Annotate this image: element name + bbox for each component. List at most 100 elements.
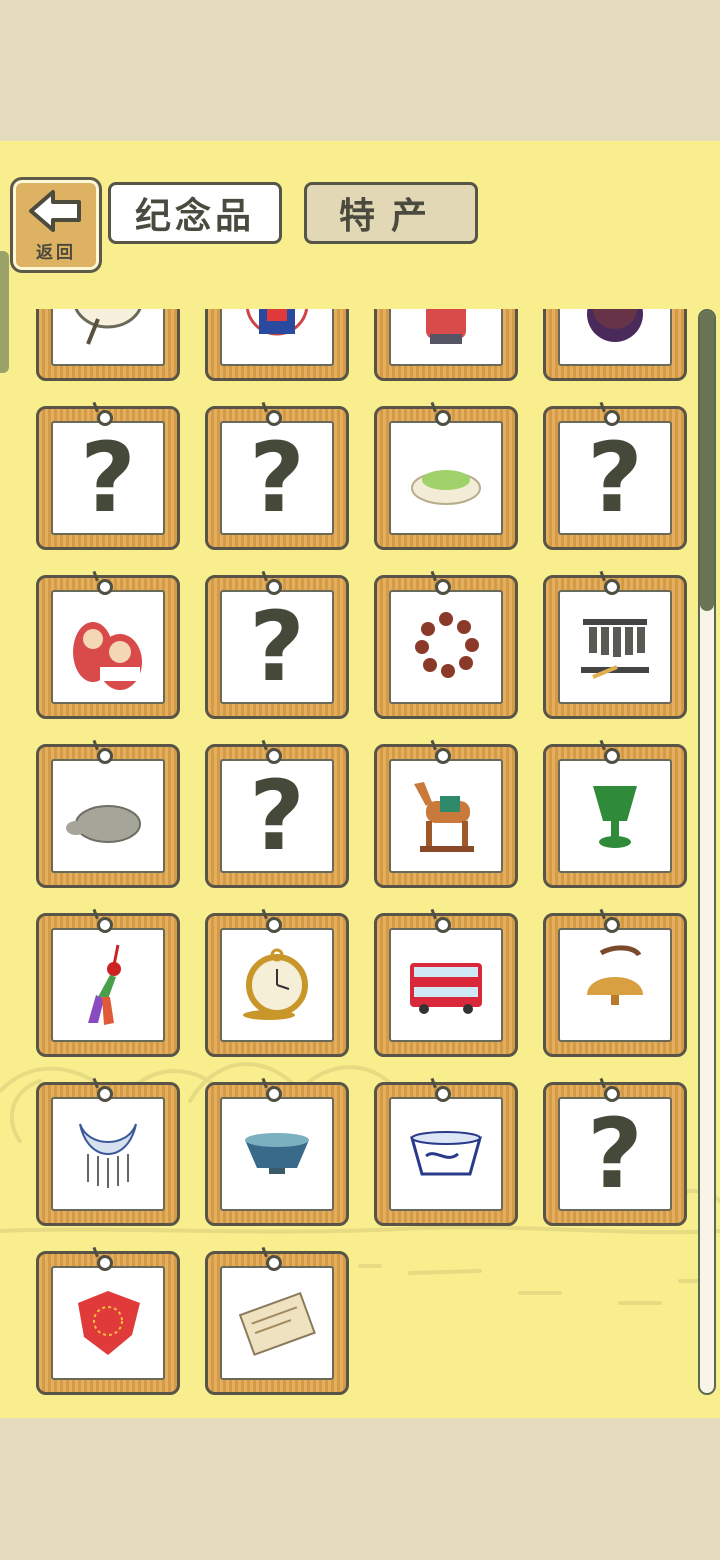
souvenir-card-face <box>51 1266 165 1380</box>
souvenir-card-face <box>51 928 165 1042</box>
pocket-watch-icon <box>243 948 308 1020</box>
red-handkerchief-icon <box>78 1291 140 1355</box>
souvenir-card-blue-white-cup[interactable] <box>374 1075 518 1226</box>
souvenir-card-face <box>389 1097 503 1211</box>
hanging-ring-icon <box>97 1086 113 1102</box>
souvenir-card-face <box>220 309 334 366</box>
souvenir-card-unknown[interactable]: ? <box>205 568 349 719</box>
unknown-question-icon: ? <box>587 1098 643 1210</box>
hanging-ring-icon <box>435 748 451 764</box>
hanging-ring-icon <box>604 917 620 933</box>
souvenir-card-face <box>389 421 503 535</box>
stone-turtle-icon <box>66 805 141 843</box>
chime-bells-icon <box>581 619 649 679</box>
hanging-ring-icon <box>266 579 282 595</box>
folding-fan-icon <box>74 309 142 345</box>
souvenir-card-unknown[interactable]: ? <box>543 399 687 550</box>
tab-specialty[interactable]: 特产 <box>304 182 478 244</box>
souvenir-card-face <box>51 309 165 366</box>
hanging-ring-icon <box>604 579 620 595</box>
souvenir-card-face <box>558 309 672 366</box>
unknown-question-icon: ? <box>249 422 305 534</box>
souvenir-card-face <box>558 759 672 873</box>
souvenir-card-pocket-watch[interactable] <box>205 906 349 1057</box>
souvenir-card-face: ? <box>220 590 334 704</box>
hanging-ring-icon <box>435 917 451 933</box>
souvenir-card-double-decker-bus[interactable] <box>374 906 518 1057</box>
prayer-beads-icon <box>415 612 479 678</box>
hanging-ring-icon <box>604 410 620 426</box>
hanging-ring-icon <box>97 410 113 426</box>
unknown-question-icon: ? <box>249 760 305 872</box>
souvenir-grid: ?????? <box>0 309 700 1418</box>
souvenir-card-face: ? <box>220 421 334 535</box>
hanging-ring-icon <box>604 748 620 764</box>
hanging-ring-icon <box>266 748 282 764</box>
souvenir-card-paper-document[interactable] <box>205 1244 349 1395</box>
unknown-question-icon: ? <box>587 422 643 534</box>
souvenir-card-matryoshka-dolls[interactable] <box>36 568 180 719</box>
hanging-ring-icon <box>266 917 282 933</box>
hanging-ring-icon <box>97 579 113 595</box>
back-button[interactable]: 返回 <box>10 177 102 273</box>
souvenir-card-red-doll[interactable] <box>374 309 518 381</box>
souvenir-card-unknown[interactable]: ? <box>205 399 349 550</box>
souvenir-card-prayer-beads[interactable] <box>374 568 518 719</box>
tab-souvenir[interactable]: 纪念品 <box>108 182 282 244</box>
souvenir-card-face: ? <box>51 421 165 535</box>
paper-document-icon <box>238 1291 316 1356</box>
collection-panel: 返回 纪念品 特产 ?????? <box>0 141 720 1418</box>
souvenir-card-stone-turtle[interactable] <box>36 737 180 888</box>
souvenir-card-unknown[interactable]: ? <box>543 1075 687 1226</box>
hanging-ring-icon <box>266 1255 282 1271</box>
red-doll-icon <box>426 309 466 344</box>
souvenir-card-face <box>389 590 503 704</box>
souvenir-card-lucky-cat-fu[interactable] <box>205 309 349 381</box>
souvenir-card-unknown[interactable]: ? <box>205 737 349 888</box>
souvenir-card-chime-bells[interactable] <box>543 568 687 719</box>
souvenir-card-face <box>51 759 165 873</box>
souvenir-card-tang-horse[interactable] <box>374 737 518 888</box>
purple-vase-icon <box>587 309 643 342</box>
souvenir-card-unknown[interactable]: ? <box>36 399 180 550</box>
hanging-ring-icon <box>435 1086 451 1102</box>
tang-horse-icon <box>414 782 474 852</box>
matryoshka-dolls-icon <box>73 622 142 690</box>
souvenir-card-face <box>51 590 165 704</box>
hanging-ring-icon <box>266 1086 282 1102</box>
scrollbar-thumb[interactable] <box>700 311 714 611</box>
souvenir-card-jade-cup[interactable] <box>543 737 687 888</box>
cowbell-icon <box>587 945 643 1005</box>
lucky-cat-fu-icon <box>245 309 309 336</box>
souvenir-card-matcha-powder-bowl[interactable] <box>374 399 518 550</box>
scrollbar-track[interactable] <box>698 309 716 1395</box>
chinese-knot-tassel-icon <box>88 944 121 1025</box>
silver-necklace-icon <box>79 1123 137 1188</box>
hanging-ring-icon <box>97 1255 113 1271</box>
souvenir-card-silver-necklace[interactable] <box>36 1075 180 1226</box>
souvenir-card-purple-vase[interactable] <box>543 309 687 381</box>
back-arrow-icon <box>29 190 81 232</box>
souvenir-card-cowbell[interactable] <box>543 906 687 1057</box>
matcha-powder-bowl-icon <box>411 470 481 505</box>
tea-bowl-icon <box>245 1133 309 1174</box>
souvenir-card-face: ? <box>558 421 672 535</box>
souvenir-card-tea-bowl[interactable] <box>205 1075 349 1226</box>
hanging-ring-icon <box>435 579 451 595</box>
souvenir-card-face <box>558 928 672 1042</box>
souvenir-card-face <box>220 1266 334 1380</box>
hanging-ring-icon <box>266 410 282 426</box>
souvenir-card-face <box>220 928 334 1042</box>
unknown-question-icon: ? <box>249 591 305 703</box>
souvenir-card-face: ? <box>558 1097 672 1211</box>
back-button-label: 返回 <box>36 243 76 263</box>
hanging-ring-icon <box>435 410 451 426</box>
souvenir-card-chinese-knot-tassel[interactable] <box>36 906 180 1057</box>
souvenir-card-face: ? <box>220 759 334 873</box>
hanging-ring-icon <box>97 748 113 764</box>
souvenir-card-red-handkerchief[interactable] <box>36 1244 180 1395</box>
souvenir-card-folding-fan[interactable] <box>36 309 180 381</box>
souvenir-card-face <box>220 1097 334 1211</box>
hanging-ring-icon <box>97 917 113 933</box>
double-decker-bus-icon <box>410 963 482 1014</box>
